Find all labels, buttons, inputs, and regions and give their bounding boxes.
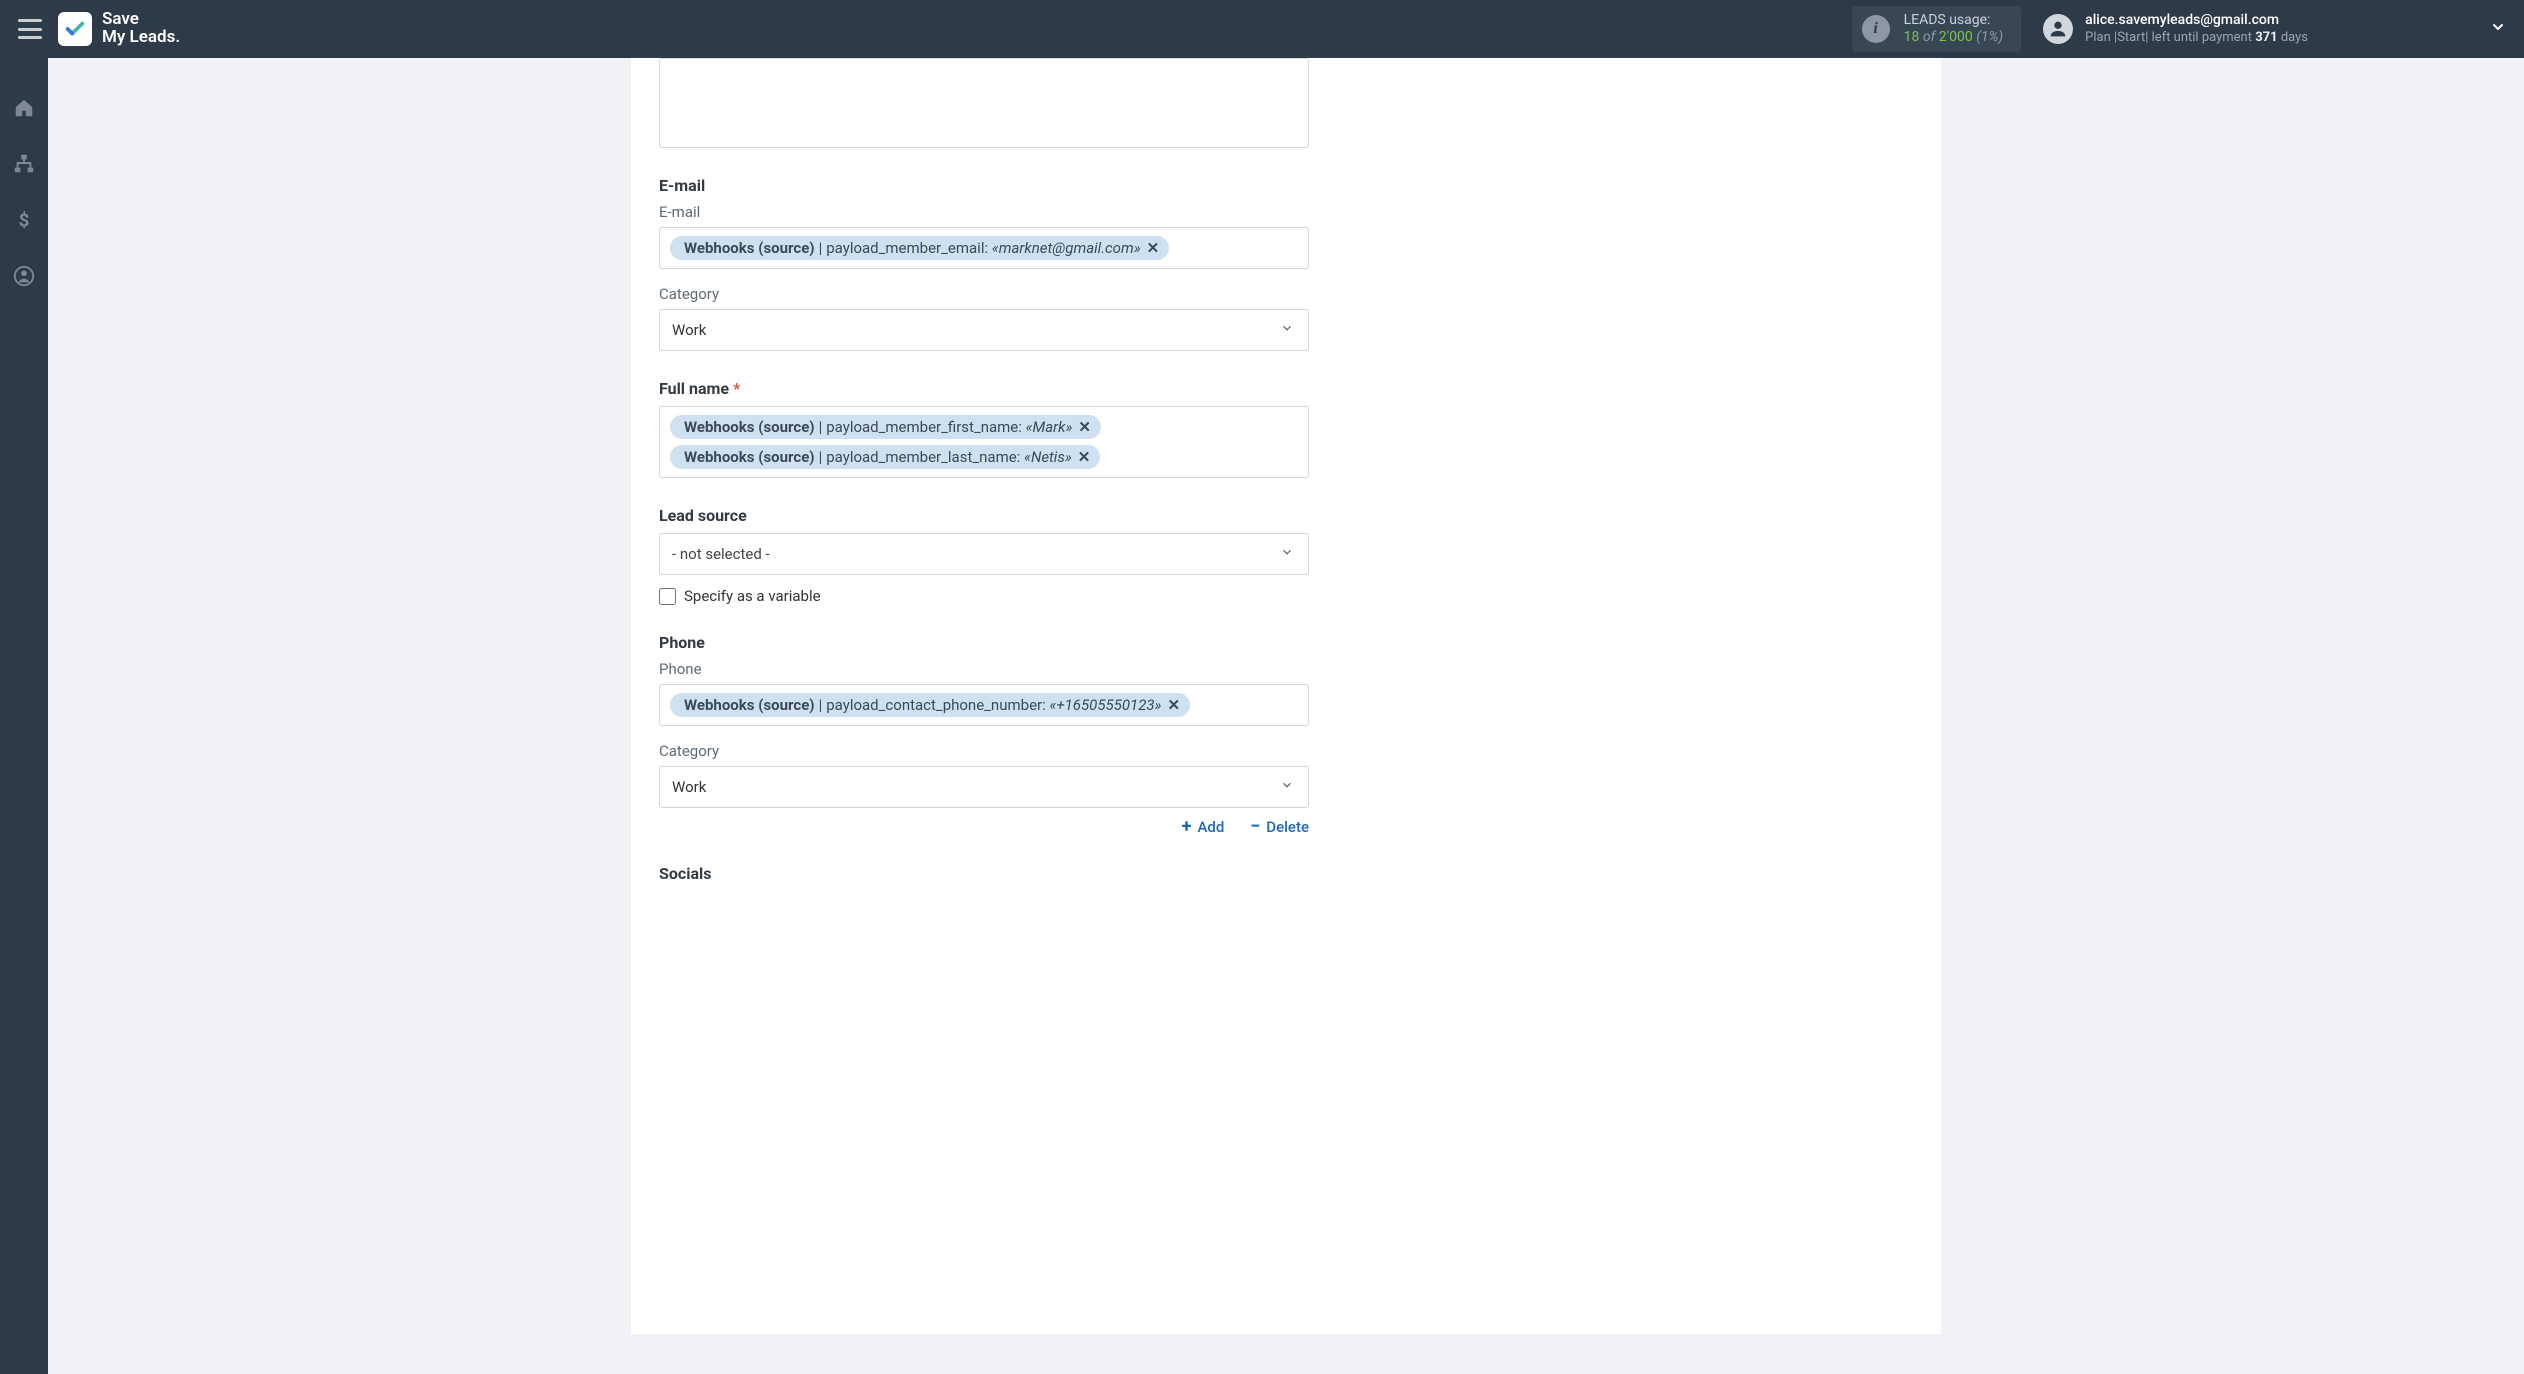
brand-name: Save My Leads. [102,11,180,47]
chevron-down-icon [1280,321,1294,339]
dollar-icon: $ [13,209,35,231]
tag-last-name[interactable]: Webhooks (source) | payload_member_last_… [670,445,1100,469]
chevron-down-icon[interactable] [2490,19,2506,39]
account-plan: Plan |Start| left until payment 371 days [2085,30,2308,45]
info-icon: i [1862,15,1890,43]
phone-actions: + Add − Delete [659,818,1309,836]
home-icon [13,97,35,119]
email-input[interactable]: Webhooks (source) | payload_member_email… [659,227,1309,269]
phone-category-select[interactable]: Work [659,766,1309,808]
brand-logo[interactable] [58,12,92,46]
sidebar-item-home[interactable] [0,92,48,124]
phone-category-value: Work [672,778,706,796]
lead-source-section-label: Lead source [659,506,1913,525]
tag-remove-icon[interactable]: ✕ [1078,418,1091,436]
phone-input[interactable]: Webhooks (source) | payload_contact_phon… [659,684,1309,726]
full-name-section-label: Full name * [659,379,1913,398]
form-card: E-mail E-mail Webhooks (source) | payloa… [631,58,1941,1334]
sitemap-icon [13,153,35,175]
add-button[interactable]: + Add [1182,818,1225,836]
socials-section-label: Socials [659,864,1913,883]
sidebar-item-profile[interactable] [0,260,48,292]
tag-remove-icon[interactable]: ✕ [1078,448,1091,466]
usage-of: of [1923,29,1935,45]
hamburger-menu-icon[interactable] [18,19,42,39]
tag-remove-icon[interactable]: ✕ [1167,696,1180,714]
account-text: alice.savemyleads@gmail.com Plan |Start|… [2085,12,2308,46]
sidebar: $ [0,58,48,1374]
email-category-value: Work [672,321,706,339]
account-menu[interactable]: alice.savemyleads@gmail.com Plan |Start|… [2043,12,2506,46]
usage-percent: (1%) [1976,29,2003,45]
description-input[interactable] [659,58,1309,148]
email-field-label: E-mail [659,203,1913,221]
usage-total: 2'000 [1939,29,1973,45]
specify-variable-label: Specify as a variable [684,587,821,605]
usage-box: i LEADS usage: 18 of 2'000 (1%) [1852,6,2022,52]
required-star-icon: * [733,379,740,398]
user-avatar-icon [2043,14,2073,44]
tag-phone[interactable]: Webhooks (source) | payload_contact_phon… [670,693,1190,717]
tag-first-name[interactable]: Webhooks (source) | payload_member_first… [670,415,1101,439]
email-section-label: E-mail [659,176,1913,195]
user-icon [13,265,35,287]
checkmark-icon [64,18,86,40]
email-category-label: Category [659,285,1913,303]
tag-email[interactable]: Webhooks (source) | payload_member_email… [670,236,1169,260]
tag-remove-icon[interactable]: ✕ [1147,239,1160,257]
plus-icon: + [1182,818,1192,836]
phone-field-label: Phone [659,660,1913,678]
chevron-down-icon [1280,545,1294,563]
svg-text:$: $ [19,210,30,231]
usage-current: 18 [1904,29,1920,45]
usage-title: LEADS usage: [1904,12,2004,29]
sidebar-item-connections[interactable] [0,148,48,180]
specify-variable-checkbox[interactable] [659,588,676,605]
brand-line-2: My Leads. [102,29,180,47]
lead-source-select[interactable]: - not selected - [659,533,1309,575]
delete-button[interactable]: − Delete [1250,818,1309,836]
email-category-select[interactable]: Work [659,309,1309,351]
usage-text: LEADS usage: 18 of 2'000 (1%) [1904,12,2004,46]
specify-variable-checkbox-row[interactable]: Specify as a variable [659,587,1913,605]
account-email: alice.savemyleads@gmail.com [2085,12,2308,29]
chevron-down-icon [1280,778,1294,796]
minus-icon: − [1250,818,1260,836]
full-name-input[interactable]: Webhooks (source) | payload_member_first… [659,406,1309,478]
sidebar-item-billing[interactable]: $ [0,204,48,236]
phone-section-label: Phone [659,633,1913,652]
phone-category-label: Category [659,742,1913,760]
lead-source-value: - not selected - [672,545,770,563]
top-bar: Save My Leads. i LEADS usage: 18 of 2'00… [0,0,2524,58]
